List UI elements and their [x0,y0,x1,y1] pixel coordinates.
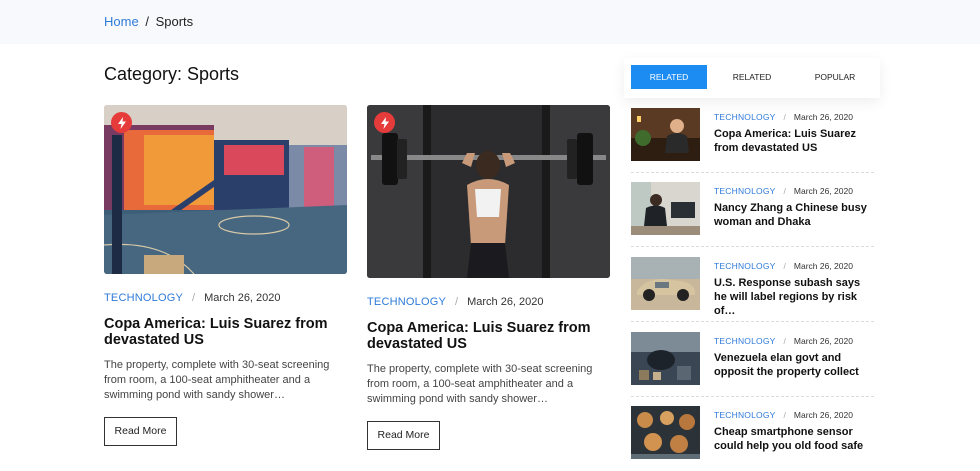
post-category-link[interactable]: TECHNOLOGY [104,292,183,304]
meta-separator: / [192,292,196,304]
sidebar-post-image[interactable] [631,332,700,385]
breadcrumb-bar: Home / Sports [0,0,980,44]
sidebar-post-meta: TECHNOLOGY / March 26, 2020 [714,112,853,122]
divider [631,246,874,247]
sidebar-post-meta: TECHNOLOGY / March 26, 2020 [714,336,853,346]
meta-separator: / [783,186,786,196]
meta-separator: / [783,336,786,346]
sidebar-post-category-link[interactable]: TECHNOLOGY [714,261,776,271]
post-meta: TECHNOLOGY / March 26, 2020 [104,292,347,304]
read-more-button[interactable]: Read More [104,417,177,446]
post-image[interactable] [104,105,347,274]
flash-icon [374,112,395,133]
breadcrumb: Home / Sports [104,14,193,29]
divider [631,172,874,173]
sidebar-post: TECHNOLOGY / March 26, 2020 Copa America… [631,108,874,182]
sidebar-post-image[interactable] [631,257,700,310]
divider [631,396,874,397]
sidebar-post-category-link[interactable]: TECHNOLOGY [714,186,776,196]
read-more-button[interactable]: Read More [367,421,440,450]
food-tray-photo [631,406,700,459]
sidebar-post-meta: TECHNOLOGY / March 26, 2020 [714,186,853,196]
post-excerpt: The property, complete with 30-seat scre… [104,359,330,401]
flash-icon [111,112,132,133]
post-date: March 26, 2020 [204,292,281,304]
meta-separator: / [783,410,786,420]
tab-related[interactable]: RELATED [714,65,790,89]
sidebar-post-date: March 26, 2020 [793,186,853,196]
sidebar-post: TECHNOLOGY / March 26, 2020 Cheap smartp… [631,406,874,471]
sidebar-post-image[interactable] [631,108,700,161]
sidebar-post-title-link[interactable]: U.S. Response subash says he will label … [714,276,874,318]
sidebar-post-date: March 26, 2020 [793,261,853,271]
sidebar-post: TECHNOLOGY / March 26, 2020 Venezuela el… [631,332,874,406]
post-category-link[interactable]: TECHNOLOGY [367,296,446,308]
sidebar-post-date: March 26, 2020 [793,410,853,420]
woman-cafe-photo [631,108,700,161]
sidebar-post-category-link[interactable]: TECHNOLOGY [714,410,776,420]
post-image[interactable] [367,105,610,278]
basketball-court-photo [104,105,347,274]
sidebar-post-category-link[interactable]: TECHNOLOGY [714,112,776,122]
weightlifting-photo [367,105,610,278]
sidebar-post-date: March 26, 2020 [793,336,853,346]
page-title: Category: Sports [104,64,240,84]
tab-popular[interactable]: POPULAR [797,65,873,89]
sidebar-post-title-link[interactable]: Nancy Zhang a Chinese busy woman and Dha… [714,201,874,229]
sidebar-post: TECHNOLOGY / March 26, 2020 U.S. Respons… [631,257,874,331]
sidebar-post-title-link[interactable]: Venezuela elan govt and opposit the prop… [714,351,874,379]
sidebar-post-title-link[interactable]: Copa America: Luis Suarez from devastate… [714,127,874,155]
market-stall-photo [631,332,700,385]
sidebar-post-meta: TECHNOLOGY / March 26, 2020 [714,410,853,420]
meta-separator: / [455,296,459,308]
post-title-link[interactable]: Copa America: Luis Suarez from devastate… [367,320,610,352]
post-excerpt: The property, complete with 30-seat scre… [367,363,593,405]
vintage-car-photo [631,257,700,310]
tab-related-active[interactable]: RELATED [631,65,707,89]
post-card: TECHNOLOGY / March 26, 2020 Copa America… [104,105,347,446]
breadcrumb-home-link[interactable]: Home [104,14,139,29]
divider [631,321,874,322]
sidebar-post-category-link[interactable]: TECHNOLOGY [714,336,776,346]
breadcrumb-current: Sports [155,14,194,29]
sidebar-tabs: RELATED RELATED POPULAR [624,58,880,98]
sidebar-post-image[interactable] [631,406,700,459]
sidebar-post-meta: TECHNOLOGY / March 26, 2020 [714,261,853,271]
post-card: TECHNOLOGY / March 26, 2020 Copa America… [367,105,610,450]
sidebar-post-title-link[interactable]: Cheap smartphone sensor could help you o… [714,425,874,453]
sidebar-post-date: March 26, 2020 [793,112,853,122]
breadcrumb-separator: / [145,14,149,29]
meta-separator: / [783,261,786,271]
post-date: March 26, 2020 [467,296,544,308]
sidebar-post-image[interactable] [631,182,700,235]
post-meta: TECHNOLOGY / March 26, 2020 [367,296,610,308]
sidebar-post: TECHNOLOGY / March 26, 2020 Nancy Zhang … [631,182,874,256]
meta-separator: / [783,112,786,122]
woman-laptop-photo [631,182,700,235]
post-title-link[interactable]: Copa America: Luis Suarez from devastate… [104,316,347,348]
